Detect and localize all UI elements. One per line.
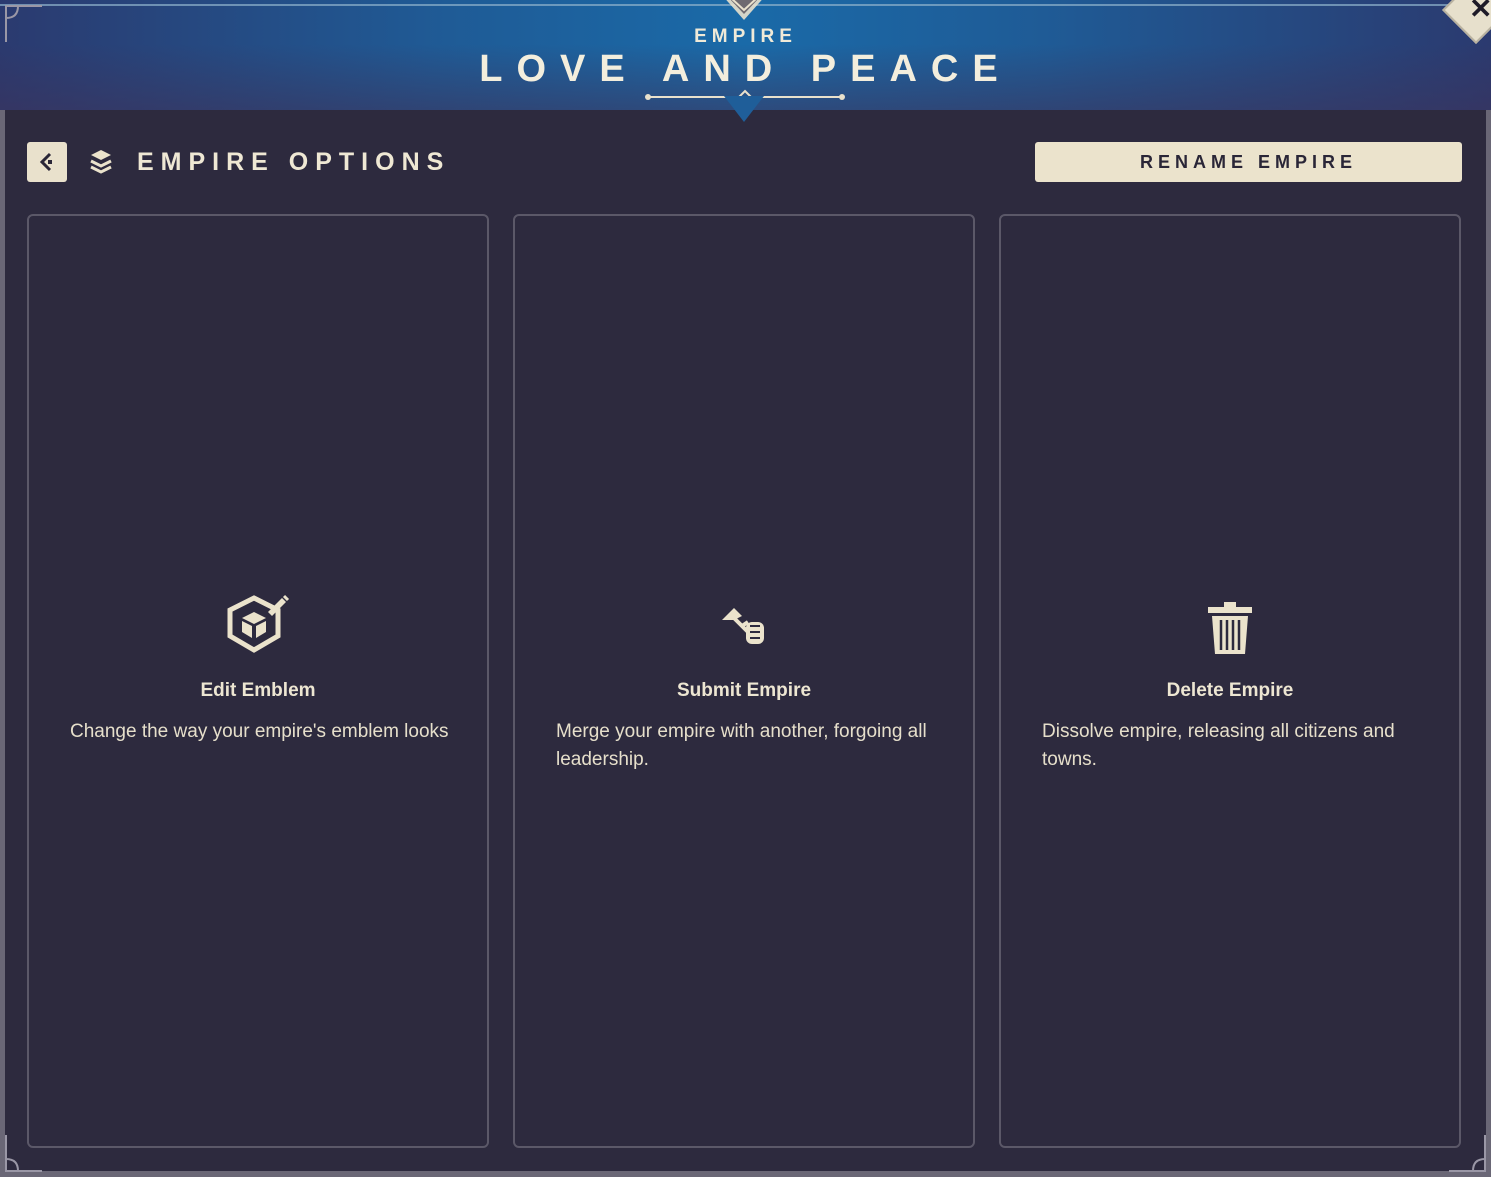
empire-kicker: EMPIRE [694, 26, 797, 47]
card-description: Merge your empire with another, forgoing… [556, 721, 927, 770]
section-title: EMPIRE OPTIONS [137, 148, 451, 176]
submit-empire-card[interactable]: Submit Empire Merge your empire with ano… [513, 214, 975, 1148]
edit-emblem-card[interactable]: Edit Emblem Change the way your empire's… [27, 214, 489, 1148]
rename-empire-button[interactable]: RENAME EMPIRE [1035, 142, 1462, 182]
handshake-flag-icon [722, 608, 764, 644]
layers-icon [90, 150, 112, 174]
card-title: Delete Empire [1166, 680, 1294, 701]
close-icon[interactable]: ✕ [1469, 0, 1491, 25]
empire-name-title: LOVE AND PEACE [479, 48, 1012, 90]
emblem-edit-icon [227, 594, 290, 653]
header-banner: EMPIRE LOVE AND PEACE [0, 0, 1491, 122]
trash-icon [1208, 602, 1252, 654]
delete-empire-card[interactable]: Delete Empire Dissolve empire, releasing… [999, 214, 1461, 1148]
card-title: Edit Emblem [200, 680, 316, 701]
card-description: Change the way your empire's emblem look… [70, 721, 449, 742]
options-toolbar: EMPIRE OPTIONS RENAME EMPIRE [27, 142, 1462, 182]
back-button[interactable] [27, 142, 67, 182]
crest-icon [726, 0, 762, 20]
card-title: Submit Empire [676, 680, 812, 701]
card-description: Dissolve empire, releasing all citizens … [1042, 721, 1395, 770]
chevron-left-icon [39, 152, 52, 172]
corner-ornament-icon [5, 5, 42, 42]
